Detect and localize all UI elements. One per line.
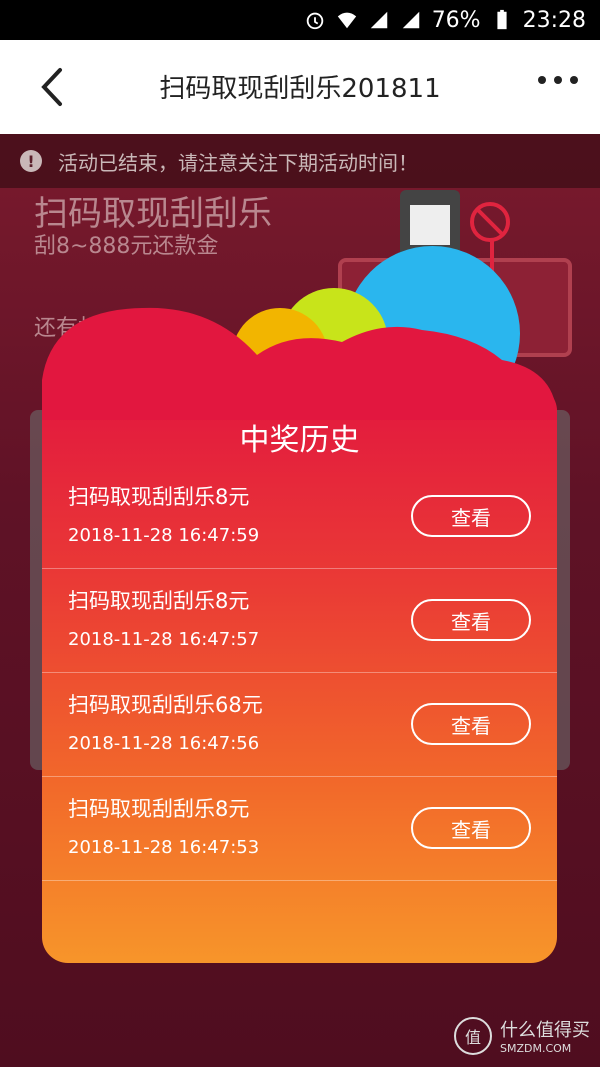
background-subtitle: 刮8~888元还款金 bbox=[34, 234, 219, 259]
signal2-icon bbox=[402, 11, 419, 29]
alarm-icon bbox=[306, 12, 323, 30]
more-options-icon[interactable] bbox=[538, 76, 578, 84]
modal-cloud-top bbox=[42, 307, 557, 420]
prize-name: 扫码取现刮刮乐8元 bbox=[68, 485, 250, 509]
win-history-modal: 中奖历史 扫码取现刮刮乐8元 2018-11-28 16:47:59 查看 扫码… bbox=[42, 385, 557, 963]
clock: 23:28 bbox=[522, 7, 586, 33]
signal-icon bbox=[370, 11, 387, 29]
battery-icon bbox=[497, 9, 507, 30]
history-list: 扫码取现刮刮乐8元 2018-11-28 16:47:59 查看 扫码取现刮刮乐… bbox=[42, 465, 557, 881]
watermark-brand: 什么值得买 bbox=[500, 1020, 590, 1041]
prize-time: 2018-11-28 16:47:59 bbox=[68, 525, 260, 546]
info-icon: ! bbox=[20, 150, 42, 172]
modal-title: 中奖历史 bbox=[239, 423, 360, 458]
prize-name: 扫码取现刮刮乐8元 bbox=[68, 797, 250, 821]
page-title: 扫码取现刮刮乐201811 bbox=[159, 74, 441, 104]
wifi-icon bbox=[337, 12, 356, 29]
nav-bar: 扫码取现刮刮乐201811 bbox=[0, 40, 600, 134]
watermark-domain: SMZDM.COM bbox=[500, 1042, 572, 1055]
watermark: 值 什么值得买 SMZDM.COM bbox=[454, 1016, 590, 1055]
prize-name: 扫码取现刮刮乐68元 bbox=[68, 693, 263, 717]
status-bar: 76% 23:28 bbox=[0, 0, 600, 40]
list-item: 扫码取现刮刮乐68元 2018-11-28 16:47:56 查看 bbox=[42, 673, 557, 777]
view-button[interactable]: 查看 bbox=[411, 807, 531, 849]
prize-time: 2018-11-28 16:47:57 bbox=[68, 629, 260, 650]
prize-time: 2018-11-28 16:47:53 bbox=[68, 837, 260, 858]
list-item: 扫码取现刮刮乐8元 2018-11-28 16:47:59 查看 bbox=[42, 465, 557, 569]
view-button[interactable]: 查看 bbox=[411, 703, 531, 745]
notice-banner: ! 活动已结束，请注意关注下期活动时间！ bbox=[0, 134, 600, 188]
view-button[interactable]: 查看 bbox=[411, 495, 531, 537]
list-item: 扫码取现刮刮乐8元 2018-11-28 16:47:53 查看 bbox=[42, 777, 557, 881]
prize-name: 扫码取现刮刮乐8元 bbox=[68, 589, 250, 613]
battery-percent: 76% bbox=[431, 7, 481, 33]
list-item: 扫码取现刮刮乐8元 2018-11-28 16:47:57 查看 bbox=[42, 569, 557, 673]
prize-time: 2018-11-28 16:47:56 bbox=[68, 733, 260, 754]
view-button[interactable]: 查看 bbox=[411, 599, 531, 641]
notice-text: 活动已结束，请注意关注下期活动时间！ bbox=[58, 150, 418, 175]
watermark-logo-icon: 值 bbox=[454, 1016, 492, 1055]
